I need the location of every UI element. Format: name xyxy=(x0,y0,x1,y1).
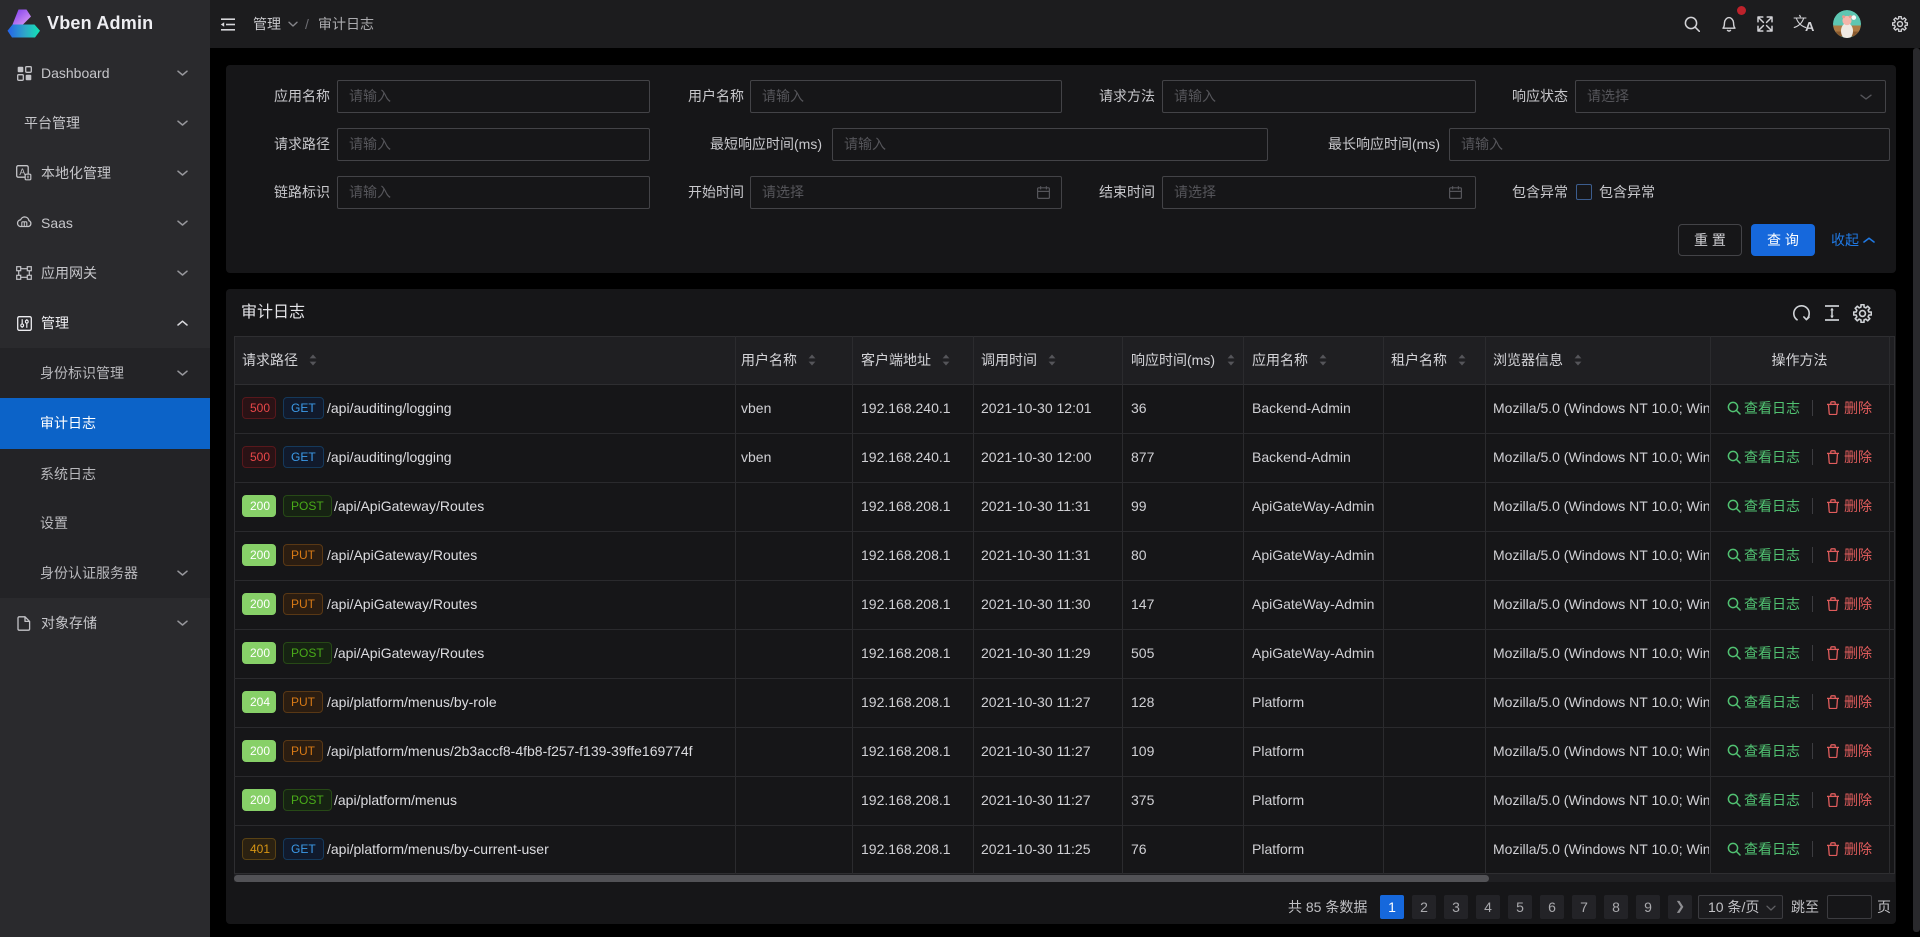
svg-text:A: A xyxy=(19,167,25,177)
